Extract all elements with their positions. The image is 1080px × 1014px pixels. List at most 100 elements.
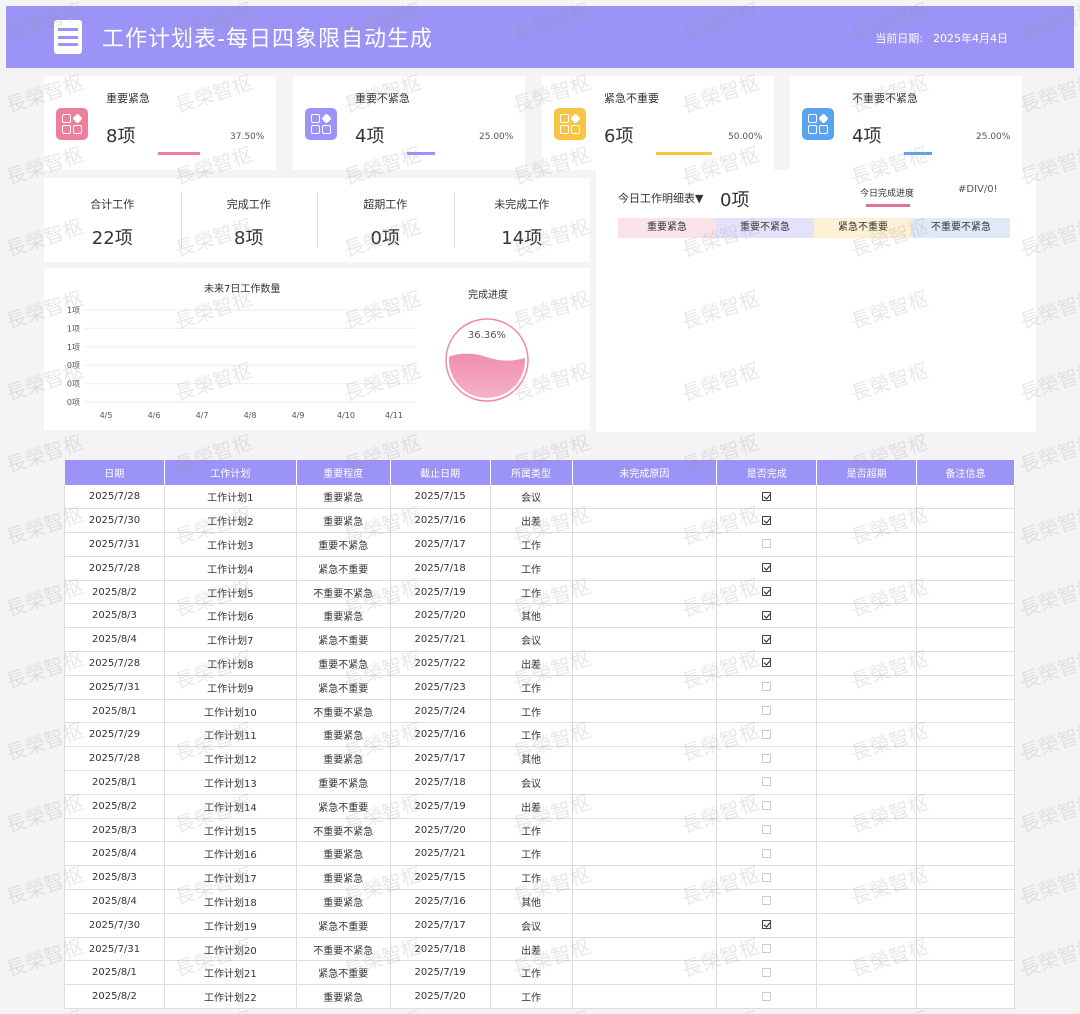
cell-note[interactable] — [916, 508, 1015, 534]
cell-reason[interactable] — [571, 746, 718, 772]
table-row[interactable]: 2025/8/4 工作计划18 重要紧急 2025/7/16 其他 — [64, 889, 1015, 914]
table-row[interactable]: 2025/7/31 工作计划9 紧急不重要 2025/7/23 工作 — [64, 675, 1015, 700]
table-row[interactable]: 2025/8/2 工作计划5 不重要不紧急 2025/7/19 工作 — [64, 580, 1015, 605]
cell-done[interactable] — [716, 865, 818, 891]
cell-note[interactable] — [916, 913, 1015, 938]
unchecked-checkbox[interactable] — [762, 777, 772, 787]
col-header-overdue[interactable]: 是否超期 — [816, 460, 918, 485]
cell-reason[interactable] — [571, 627, 718, 653]
table-row[interactable]: 2025/7/31 工作计划3 重要不紧急 2025/7/17 工作 — [64, 532, 1015, 557]
cell-note[interactable] — [916, 699, 1015, 724]
table-row[interactable]: 2025/8/2 工作计划14 紧急不重要 2025/7/19 出差 — [64, 794, 1015, 819]
cell-note[interactable] — [916, 675, 1015, 700]
cell-done[interactable] — [716, 841, 818, 867]
table-row[interactable]: 2025/8/1 工作计划21 紧急不重要 2025/7/19 工作 — [64, 960, 1015, 986]
unchecked-checkbox[interactable] — [762, 944, 772, 954]
cell-overdue[interactable] — [816, 675, 918, 700]
tag-important-urgent[interactable]: 重要紧急 — [618, 218, 716, 238]
cell-note[interactable] — [916, 865, 1015, 891]
unchecked-checkbox[interactable] — [762, 729, 772, 739]
col-header-reason[interactable]: 未完成原因 — [572, 460, 718, 485]
cell-reason[interactable] — [571, 865, 718, 891]
unchecked-checkbox[interactable] — [762, 896, 772, 906]
quadrant-card-not-important-not-urgent[interactable]: 不重要不紧急 4项 25.00% — [790, 76, 1022, 170]
cell-reason[interactable] — [571, 818, 718, 843]
cell-reason[interactable] — [571, 984, 718, 1010]
cell-done[interactable] — [716, 508, 818, 534]
cell-overdue[interactable] — [816, 770, 918, 795]
today-detail-dropdown[interactable]: 今日工作明细表▼ — [618, 190, 703, 206]
table-row[interactable]: 2025/7/28 工作计划8 重要不紧急 2025/7/22 出差 — [64, 651, 1015, 676]
table-row[interactable]: 2025/8/3 工作计划15 不重要不紧急 2025/7/20 工作 — [64, 818, 1015, 843]
cell-overdue[interactable] — [816, 818, 918, 843]
cell-reason[interactable] — [571, 651, 718, 676]
checked-checkbox[interactable] — [762, 587, 772, 597]
checked-checkbox[interactable] — [762, 658, 772, 668]
cell-overdue[interactable] — [816, 746, 918, 772]
cell-note[interactable] — [916, 746, 1015, 772]
cell-note[interactable] — [916, 556, 1015, 581]
cell-note[interactable] — [916, 984, 1015, 1010]
cell-note[interactable] — [916, 960, 1015, 986]
cell-reason[interactable] — [571, 580, 718, 605]
checked-checkbox[interactable] — [762, 610, 772, 620]
unchecked-checkbox[interactable] — [762, 848, 772, 858]
cell-reason[interactable] — [571, 603, 718, 629]
cell-overdue[interactable] — [816, 889, 918, 914]
cell-overdue[interactable] — [816, 960, 918, 986]
col-header-deadline[interactable]: 截止日期 — [390, 460, 491, 485]
cell-note[interactable] — [916, 627, 1015, 653]
cell-done[interactable] — [716, 913, 818, 938]
cell-overdue[interactable] — [816, 722, 918, 748]
col-header-plan[interactable]: 工作计划 — [164, 460, 297, 485]
cell-overdue[interactable] — [816, 532, 918, 557]
cell-done[interactable] — [716, 960, 818, 986]
cell-reason[interactable] — [571, 889, 718, 914]
unchecked-checkbox[interactable] — [762, 539, 772, 549]
quadrant-card-urgent-not-important[interactable]: 紧急不重要 6项 50.00% — [542, 76, 774, 170]
cell-reason[interactable] — [571, 675, 718, 700]
tag-urgent-not-important[interactable]: 紧急不重要 — [814, 218, 912, 238]
unchecked-checkbox[interactable] — [762, 872, 772, 882]
table-row[interactable]: 2025/8/4 工作计划7 紧急不重要 2025/7/21 会议 — [64, 627, 1015, 653]
table-row[interactable]: 2025/7/28 工作计划1 重要紧急 2025/7/15 会议 — [64, 485, 1015, 510]
cell-done[interactable] — [716, 603, 818, 629]
cell-note[interactable] — [916, 818, 1015, 843]
cell-done[interactable] — [716, 722, 818, 748]
col-header-level[interactable]: 重要程度 — [296, 460, 391, 485]
table-row[interactable]: 2025/8/1 工作计划13 重要不紧急 2025/7/18 会议 — [64, 770, 1015, 795]
checked-checkbox[interactable] — [762, 563, 772, 573]
cell-done[interactable] — [716, 889, 818, 914]
cell-done[interactable] — [716, 794, 818, 819]
unchecked-checkbox[interactable] — [762, 825, 772, 835]
unchecked-checkbox[interactable] — [762, 801, 772, 811]
cell-overdue[interactable] — [816, 651, 918, 676]
table-row[interactable]: 2025/8/2 工作计划22 重要紧急 2025/7/20 工作 — [64, 984, 1015, 1010]
cell-overdue[interactable] — [816, 841, 918, 867]
col-header-type[interactable]: 所属类型 — [490, 460, 573, 485]
cell-done[interactable] — [716, 627, 818, 653]
cell-note[interactable] — [916, 770, 1015, 795]
cell-reason[interactable] — [571, 556, 718, 581]
cell-reason[interactable] — [571, 960, 718, 986]
cell-done[interactable] — [716, 556, 818, 581]
cell-note[interactable] — [916, 485, 1015, 510]
unchecked-checkbox[interactable] — [762, 967, 772, 977]
quadrant-card-important-not-urgent[interactable]: 重要不紧急 4项 25.00% — [293, 76, 525, 170]
cell-reason[interactable] — [571, 937, 718, 962]
cell-reason[interactable] — [571, 770, 718, 795]
unchecked-checkbox[interactable] — [762, 706, 772, 716]
cell-overdue[interactable] — [816, 485, 918, 510]
cell-reason[interactable] — [571, 508, 718, 534]
unchecked-checkbox[interactable] — [762, 991, 772, 1001]
cell-done[interactable] — [716, 580, 818, 605]
table-row[interactable]: 2025/8/3 工作计划17 重要紧急 2025/7/15 工作 — [64, 865, 1015, 891]
table-row[interactable]: 2025/7/28 工作计划4 紧急不重要 2025/7/18 工作 — [64, 556, 1015, 581]
col-header-date[interactable]: 日期 — [64, 460, 165, 485]
cell-overdue[interactable] — [816, 603, 918, 629]
table-row[interactable]: 2025/7/29 工作计划11 重要紧急 2025/7/16 工作 — [64, 722, 1015, 748]
cell-overdue[interactable] — [816, 984, 918, 1010]
cell-overdue[interactable] — [816, 556, 918, 581]
tag-not-important-not-urgent[interactable]: 不重要不紧急 — [912, 218, 1010, 238]
table-row[interactable]: 2025/7/28 工作计划12 重要紧急 2025/7/17 其他 — [64, 746, 1015, 772]
